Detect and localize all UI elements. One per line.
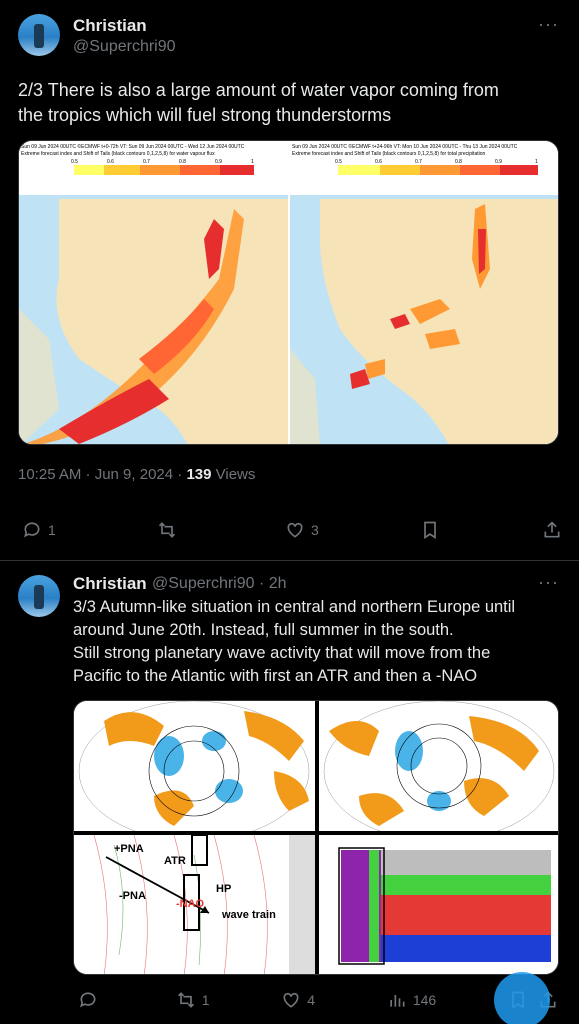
tweet-text-line: Pacific to the Atlantic with first an AT… — [73, 667, 478, 685]
more-options-icon[interactable]: ··· — [538, 14, 559, 35]
media-card[interactable]: Sun 09 Jun 2024 00UTC ©ECMWF t+0-72h VT:… — [18, 140, 559, 445]
map-graphic: 0.5 0.6 0.7 0.8 0.9 1 — [19, 159, 288, 444]
retweet-icon — [177, 992, 194, 1008]
map-subcaption: Extreme forecast index and Shift of Tail… — [292, 151, 486, 157]
views-label: Views — [211, 466, 256, 483]
retweet-button[interactable]: 1 — [176, 990, 210, 1010]
tweet-actions: 1 4 146 — [78, 990, 558, 1010]
avatar[interactable] — [18, 14, 60, 56]
tweet-text-line: around June 20th. Instead, full summer i… — [73, 621, 454, 639]
label-hp: HP — [216, 883, 232, 895]
bookmark-icon — [424, 521, 437, 540]
divider — [0, 560, 579, 561]
tweet-text-line: 2/3 There is also a large amount of wate… — [18, 80, 499, 100]
more-options-icon[interactable]: ··· — [538, 572, 559, 593]
ecmwf-map-water-vapour[interactable]: Sun 09 Jun 2024 00UTC ©ECMWF t+0-72h VT:… — [19, 141, 288, 444]
scale-label: 0.5 — [71, 159, 78, 165]
scale-label: 0.6 — [107, 159, 114, 165]
map-graphic — [319, 701, 558, 831]
hemisphere-map-1[interactable] — [74, 701, 315, 831]
scale-label: 0.6 — [375, 159, 382, 165]
views-button[interactable]: 146 — [387, 990, 436, 1010]
reply-count: 1 — [48, 522, 56, 538]
tweet-text-line: the tropics which will fuel strong thund… — [18, 105, 392, 125]
like-count: 4 — [307, 992, 316, 1008]
views-count: 139 — [186, 466, 212, 483]
retweet-count: 1 — [201, 992, 210, 1008]
like-button[interactable]: 3 — [285, 520, 319, 540]
author-handle-time[interactable]: @Superchri90 · 2h — [152, 575, 287, 593]
tweet-timestamp[interactable]: 10:25 AM · Jun 9, 2024 · 139 Views — [18, 466, 255, 483]
reply-button[interactable] — [78, 990, 104, 1010]
like-count: 3 — [310, 522, 319, 538]
retweet-button[interactable] — [157, 520, 183, 540]
views-count: 146 — [412, 992, 437, 1008]
share-button[interactable] — [542, 520, 562, 540]
bookmark-button[interactable] — [420, 520, 440, 540]
retweet-icon — [159, 522, 176, 538]
scale-label: 1 — [535, 159, 538, 165]
heart-icon — [287, 522, 303, 538]
label-pna-plus: +PNA — [114, 843, 144, 855]
hemisphere-map-2[interactable] — [319, 701, 558, 831]
tweet-actions: 1 3 — [22, 520, 562, 540]
author-handle[interactable]: @Superchri90 — [73, 38, 176, 56]
heart-icon — [283, 992, 299, 1008]
map-graphic: 0.5 0.6 0.7 0.8 0.9 1 — [290, 159, 558, 444]
scale-label: 0.9 — [495, 159, 502, 165]
timestamp-text[interactable]: 10:25 AM · Jun 9, 2024 · — [18, 466, 186, 483]
reply-icon — [80, 992, 96, 1008]
map-subcaption: Extreme forecast index and Shift of Tail… — [21, 151, 215, 157]
tweet-text: 3/3 Autumn-like situation in central and… — [73, 596, 568, 688]
map-caption: Sun 09 Jun 2024 00UTC ©ECMWF t+24-96h VT… — [292, 144, 518, 150]
map-graphic — [74, 701, 315, 831]
reply-button[interactable]: 1 — [22, 520, 56, 540]
scale-label: 0.7 — [415, 159, 422, 165]
analytics-icon — [390, 995, 405, 1007]
author-name[interactable]: Christian — [73, 16, 147, 36]
hovmoller-diagram[interactable]: +PNA ATR HP -PNA -NAO wave train — [74, 835, 315, 974]
like-button[interactable]: 4 — [281, 990, 315, 1010]
map-graphic — [319, 835, 558, 974]
reply-icon — [24, 522, 40, 538]
scale-label: 1 — [251, 159, 254, 165]
scale-label: 0.8 — [455, 159, 462, 165]
regime-bar-chart[interactable] — [319, 835, 558, 974]
scale-label: 0.9 — [215, 159, 222, 165]
label-wave-train: wave train — [222, 909, 276, 921]
map-caption: Sun 09 Jun 2024 00UTC ©ECMWF t+0-72h VT:… — [21, 144, 245, 150]
share-icon — [544, 521, 560, 538]
author-name[interactable]: Christian — [73, 574, 147, 594]
avatar[interactable] — [18, 575, 60, 617]
label-pna-minus: -PNA — [119, 890, 146, 902]
label-nao: -NAO — [176, 898, 205, 910]
compose-fab[interactable] — [494, 972, 550, 1024]
tweet-text-line: Still strong planetary wave activity tha… — [73, 644, 491, 662]
scale-label: 0.8 — [179, 159, 186, 165]
ecmwf-map-precipitation[interactable]: Sun 09 Jun 2024 00UTC ©ECMWF t+24-96h VT… — [290, 141, 558, 444]
tweet-text-line: 3/3 Autumn-like situation in central and… — [73, 598, 516, 616]
tweet-text: 2/3 There is also a large amount of wate… — [18, 78, 568, 128]
scale-label: 0.5 — [335, 159, 342, 165]
label-atr: ATR — [164, 855, 186, 867]
media-grid[interactable]: +PNA ATR HP -PNA -NAO wave train — [73, 700, 559, 975]
scale-label: 0.7 — [143, 159, 150, 165]
